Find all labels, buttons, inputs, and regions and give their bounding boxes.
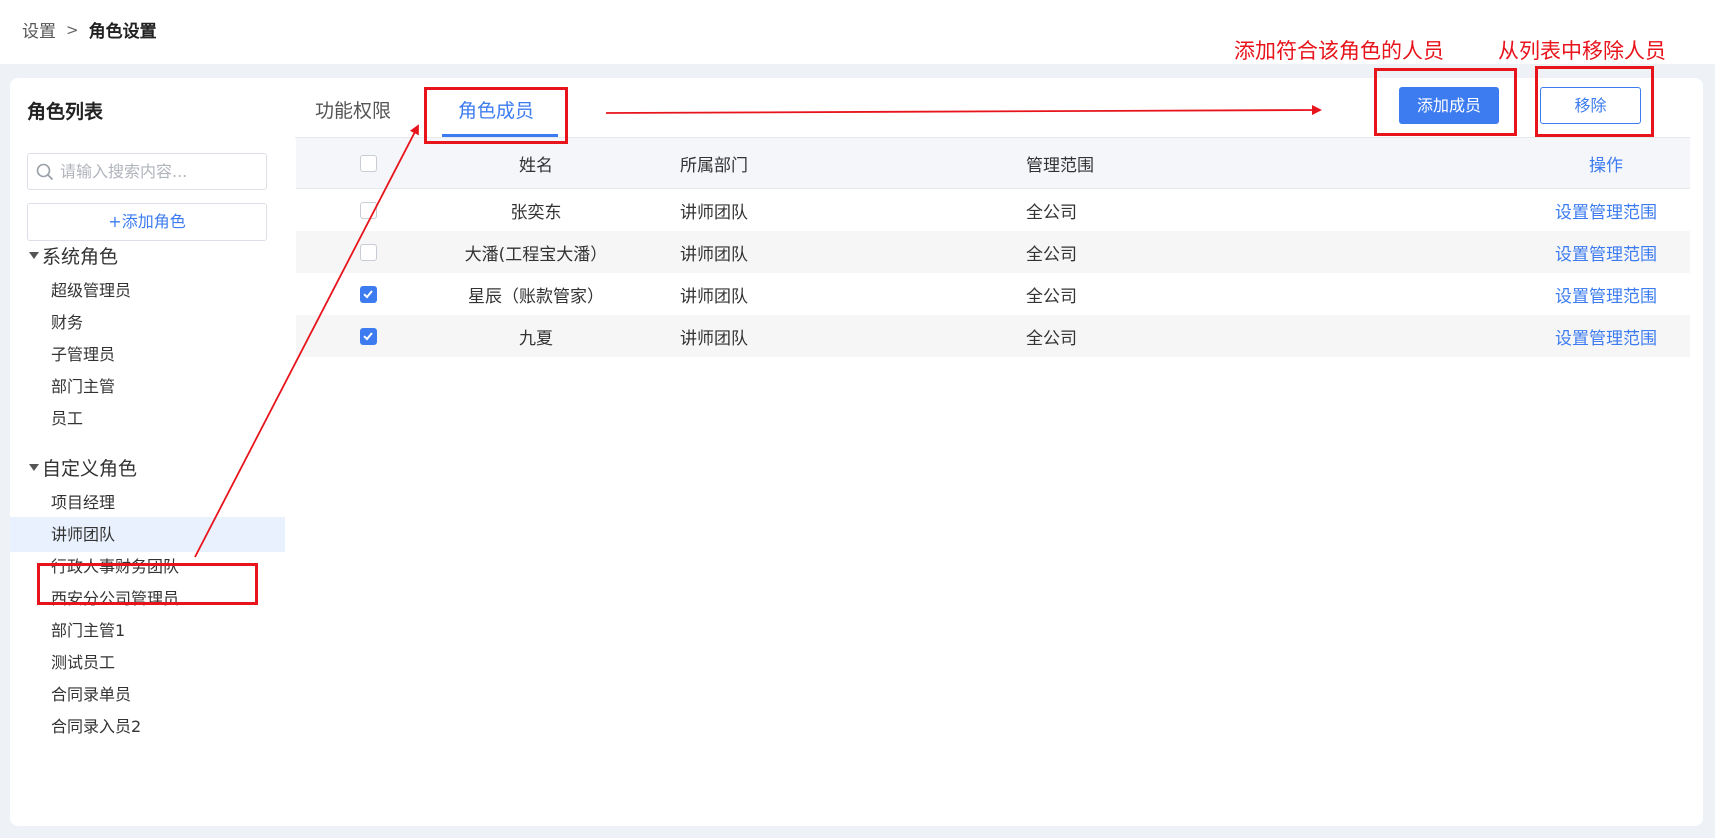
- member-name: 大潘(工程宝大潘）: [464, 244, 608, 265]
- role-item[interactable]: 合同录单员: [10, 677, 285, 712]
- tab-members[interactable]: 角色成员: [458, 96, 534, 123]
- role-item[interactable]: 员工: [10, 401, 285, 436]
- breadcrumb: 设置 > 角色设置: [22, 17, 157, 43]
- caret-down-icon: [29, 464, 39, 471]
- role-item[interactable]: 合同录入员2: [10, 709, 285, 744]
- row-checkbox-checked[interactable]: [359, 327, 377, 345]
- member-scope: 全公司: [1026, 286, 1077, 307]
- top-bar: 设置 > 角色设置: [0, 0, 1715, 64]
- annotation-add-note: 添加符合该角色的人员: [1234, 39, 1444, 63]
- tab-permissions[interactable]: 功能权限: [315, 96, 391, 123]
- member-dept: 讲师团队: [680, 244, 748, 265]
- member-dept: 讲师团队: [680, 286, 748, 307]
- role-item[interactable]: 超级管理员: [10, 273, 285, 308]
- role-sidebar: 角色列表 +添加角色 系统角色 超级管理员 财务 子管理员 部门主管 员工 自定…: [10, 78, 285, 826]
- member-dept: 讲师团队: [680, 328, 748, 349]
- search-icon: [36, 163, 54, 180]
- member-name: 张奕东: [510, 202, 562, 223]
- breadcrumb-separator: >: [66, 20, 79, 39]
- row-checkbox[interactable]: [359, 243, 377, 261]
- role-item[interactable]: 部门主管1: [10, 613, 285, 648]
- member-scope: 全公司: [1026, 244, 1077, 265]
- group-label: 自定义角色: [42, 458, 138, 480]
- role-item[interactable]: 西安分公司管理员: [10, 581, 285, 616]
- set-scope-link[interactable]: 设置管理范围: [1456, 231, 1715, 273]
- member-name: 星辰（账款管家）: [468, 286, 604, 307]
- role-item[interactable]: 子管理员: [10, 337, 285, 372]
- member-scope: 全公司: [1026, 328, 1077, 349]
- group-label: 系统角色: [42, 246, 119, 268]
- role-item[interactable]: 财务: [10, 305, 285, 340]
- group-system-roles[interactable]: 系统角色: [29, 242, 118, 269]
- table-row: 九夏 讲师团队 全公司 设置管理范围: [296, 315, 1690, 357]
- header-op: 操作: [1589, 155, 1623, 176]
- main-panel: 角色列表 +添加角色 系统角色 超级管理员 财务 子管理员 部门主管 员工 自定…: [10, 78, 1703, 826]
- add-member-button[interactable]: 添加成员: [1399, 87, 1499, 124]
- header-dept: 所属部门: [680, 155, 748, 176]
- table-row: 大潘(工程宝大潘） 讲师团队 全公司 设置管理范围: [296, 231, 1690, 273]
- row-check-cell: [356, 315, 380, 357]
- breadcrumb-current: 角色设置: [88, 22, 157, 42]
- row-checkbox-checked[interactable]: [359, 285, 377, 303]
- remove-button[interactable]: 移除: [1540, 87, 1641, 124]
- row-check-cell: [356, 273, 380, 315]
- row-checkbox[interactable]: [359, 201, 377, 219]
- role-search-box[interactable]: [27, 153, 267, 190]
- caret-down-icon: [29, 252, 39, 259]
- select-all-checkbox[interactable]: [359, 154, 377, 172]
- set-scope-link[interactable]: 设置管理范围: [1456, 189, 1715, 231]
- member-name: 九夏: [519, 328, 553, 349]
- breadcrumb-parent[interactable]: 设置: [22, 17, 56, 42]
- role-item[interactable]: 测试员工: [10, 645, 285, 680]
- role-item[interactable]: 行政人事财务团队: [10, 549, 285, 584]
- members-table: 姓名 所属部门 管理范围 操作 张奕东 讲师团队 全公司 设置管理范围 大潘(工…: [296, 138, 1690, 357]
- table-row: 星辰（账款管家） 讲师团队 全公司 设置管理范围: [296, 273, 1690, 315]
- sidebar-title: 角色列表: [27, 101, 104, 123]
- role-search-input[interactable]: [60, 162, 260, 181]
- set-scope-link[interactable]: 设置管理范围: [1456, 315, 1715, 357]
- role-item[interactable]: 部门主管: [10, 369, 285, 404]
- member-scope: 全公司: [1026, 202, 1077, 223]
- group-custom-roles[interactable]: 自定义角色: [29, 454, 137, 481]
- checkmark-icon: [363, 332, 373, 341]
- checkmark-icon: [363, 290, 373, 299]
- select-all-cell: [356, 138, 380, 188]
- row-check-cell: [356, 189, 380, 231]
- annotation-remove-note: 从列表中移除人员: [1498, 39, 1666, 63]
- set-scope-link[interactable]: 设置管理范围: [1456, 273, 1715, 315]
- table-row: 张奕东 讲师团队 全公司 设置管理范围: [296, 189, 1690, 231]
- add-role-button[interactable]: +添加角色: [27, 203, 267, 241]
- header-scope: 管理范围: [1026, 155, 1094, 176]
- table-header: 姓名 所属部门 管理范围 操作: [296, 138, 1690, 189]
- member-dept: 讲师团队: [680, 202, 748, 223]
- header-name: 姓名: [519, 155, 553, 176]
- row-check-cell: [356, 231, 380, 273]
- role-item-active[interactable]: 讲师团队: [10, 517, 285, 552]
- role-item[interactable]: 项目经理: [10, 485, 285, 520]
